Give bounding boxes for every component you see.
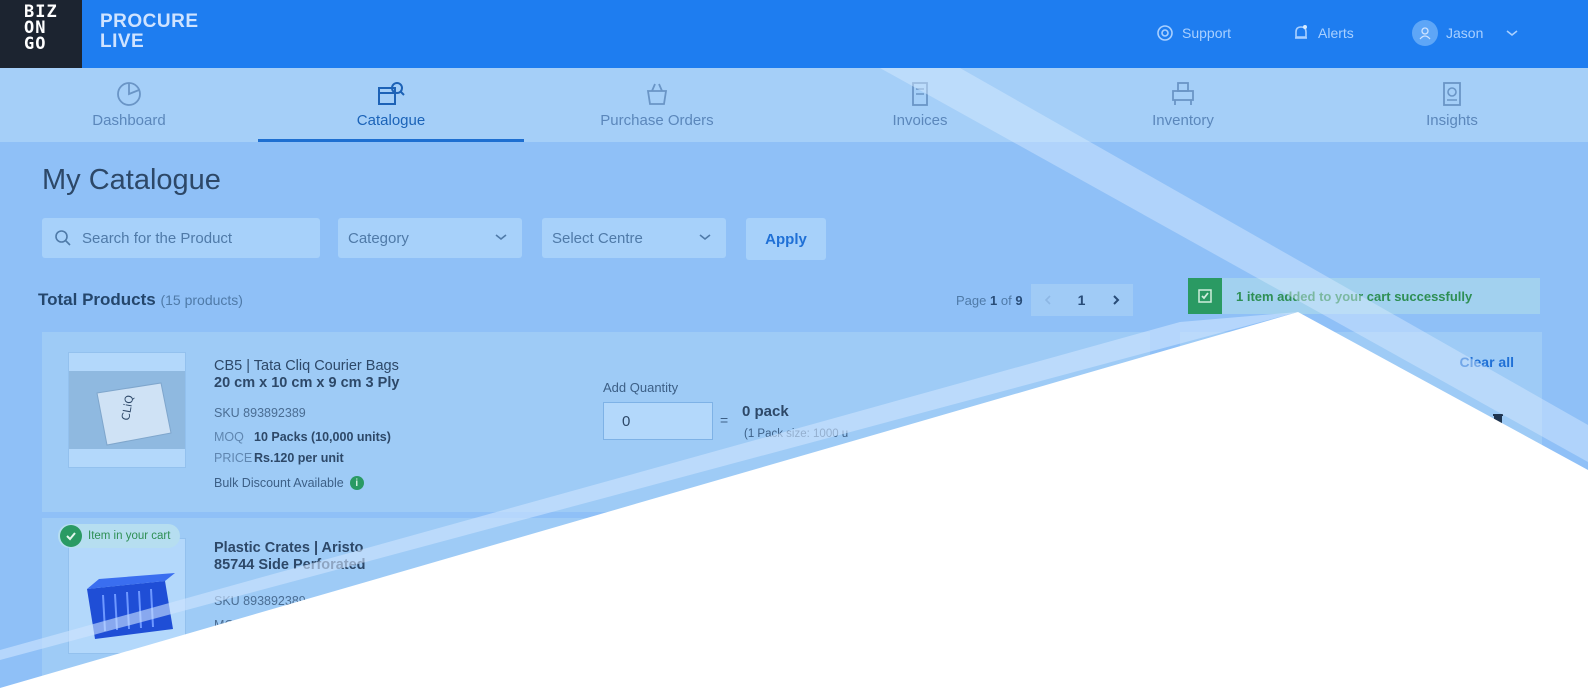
in-cart-badge-label: Item in your cart <box>88 530 171 542</box>
total-pages: 9 <box>1015 292 1023 308</box>
chevron-down-icon <box>1506 30 1518 37</box>
pie-chart-icon <box>117 82 141 106</box>
check-circle-icon <box>60 525 82 547</box>
total-products-label: Total Products <box>38 290 156 309</box>
product-moq: MOQ 10 Packs (10,000 units) <box>214 430 391 444</box>
tab-label: Dashboard <box>92 112 166 129</box>
chevron-left-icon <box>1044 295 1051 305</box>
tab-insights[interactable]: Insights <box>1316 68 1588 142</box>
product-name[interactable]: Plastic Crates | Aristo 85744 Side Perfo… <box>214 540 366 574</box>
product-name-line-1: CB5 | Tata Cliq Courier Bags <box>214 358 399 374</box>
product-name-line-1: Plastic Crates | Aristo <box>214 540 364 556</box>
prev-page-button[interactable] <box>1030 284 1065 316</box>
tab-label: Catalogue <box>356 112 426 129</box>
moq-label: MOQ <box>214 430 244 444</box>
pagination: Page 1 of 9 1 <box>956 284 1133 316</box>
bulk-discount-label: Bulk Discount Available <box>214 476 344 490</box>
page-button[interactable]: 1 <box>1064 284 1099 316</box>
product-image: CLiQ <box>68 352 186 468</box>
inventory-icon <box>1172 82 1194 105</box>
chevron-down-icon <box>699 234 711 241</box>
total-products: Total Products (15 products) <box>38 290 243 310</box>
page-prefix: Page <box>956 292 987 308</box>
user-menu[interactable]: Jason <box>1412 20 1519 46</box>
in-cart-badge: Item in your cart <box>58 524 181 548</box>
tab-purchase-orders[interactable]: Purchase Orders <box>524 68 790 142</box>
user-icon <box>1419 27 1431 40</box>
catalogue-search-icon <box>378 82 405 105</box>
alerts-link[interactable]: Alerts <box>1292 24 1354 42</box>
tab-inventory[interactable]: Inventory <box>1050 68 1316 142</box>
tab-label: Invoices <box>892 112 948 129</box>
category-select-value: Category <box>348 229 409 247</box>
support-label: Support <box>1182 25 1232 41</box>
invoice-icon <box>912 82 928 106</box>
product-moq: MO <box>214 618 235 632</box>
tab-label: Purchase Orders <box>600 112 714 129</box>
product-brand-name: PROCURE LIVE <box>100 12 199 52</box>
trash-icon[interactable] <box>1492 412 1504 428</box>
total-products-count: (15 products) <box>160 292 243 308</box>
success-toast: 1 item added to your cart successfully <box>1188 278 1540 314</box>
brand-line-2: LIVE <box>100 31 145 52</box>
brand-line-1: PROCURE <box>100 11 199 32</box>
category-select[interactable]: Category <box>338 218 522 258</box>
product-price: PRICE Rs.120 per unit <box>214 451 344 465</box>
basket-icon <box>646 83 668 105</box>
product-card: Item in your cart Plastic Crates | Arist… <box>42 518 1150 700</box>
add-quantity-label: Add Quantity <box>603 380 679 395</box>
centre-select[interactable]: Select Centre <box>542 218 726 258</box>
bulk-discount[interactable]: Bulk Discount Available i <box>214 476 364 490</box>
quantity-input[interactable] <box>603 402 713 440</box>
toast-message: 1 item added to your cart successfully <box>1236 288 1473 304</box>
support-icon <box>1157 25 1173 41</box>
product-name[interactable]: CB5 | Tata Cliq Courier Bags 20 cm x 10 … <box>214 358 399 392</box>
search-input[interactable] <box>82 229 302 247</box>
plastic-crate-image <box>87 573 175 639</box>
clear-all-button[interactable]: Clear all <box>1460 354 1514 370</box>
moq-value: 10 Packs (10,000 units) <box>254 430 391 444</box>
equals-sign: = <box>720 412 729 428</box>
page-of: of <box>1000 292 1012 308</box>
centre-select-value: Select Centre <box>552 229 643 247</box>
chevron-right-icon <box>1112 295 1119 305</box>
page-title: My Catalogue <box>42 164 221 196</box>
next-page-button[interactable] <box>1098 284 1133 316</box>
check-icon <box>1188 278 1222 314</box>
product-name-line-2: 85744 Side Perforated <box>214 557 366 573</box>
product-image <box>68 538 186 654</box>
tab-invoices[interactable]: Invoices <box>790 68 1050 142</box>
user-name: Jason <box>1446 25 1484 41</box>
cart-panel: Clear all <box>1180 332 1542 700</box>
avatar <box>1412 20 1438 46</box>
courier-bag-image: CLiQ <box>69 371 185 449</box>
current-page: 1 <box>990 292 998 308</box>
tab-label: Inventory <box>1152 112 1214 129</box>
main-nav: Dashboard Catalogue Purchase Orders Invo… <box>0 68 1588 142</box>
product-sku: SKU 893892389 <box>214 406 306 420</box>
insights-icon <box>1443 82 1461 106</box>
alerts-label: Alerts <box>1318 25 1354 41</box>
product-sku: SKU 893892389 <box>214 594 306 608</box>
search-box[interactable] <box>42 218 320 258</box>
product-name-line-2: 20 cm x 10 cm x 9 cm 3 Ply <box>214 375 400 391</box>
pack-count: 0 pack <box>742 403 789 420</box>
tab-dashboard[interactable]: Dashboard <box>0 68 258 142</box>
search-icon <box>55 230 71 246</box>
support-link[interactable]: Support <box>1156 24 1231 42</box>
tab-catalogue[interactable]: Catalogue <box>258 68 524 142</box>
apply-button[interactable]: Apply <box>746 218 826 260</box>
top-bar: BIZ ON GO PROCURE LIVE Support Alerts Ja… <box>0 0 1588 68</box>
tab-label: Insights <box>1426 112 1478 129</box>
logo-line-3: GO <box>24 34 47 54</box>
info-icon[interactable]: i <box>349 476 364 490</box>
price-value: Rs.120 per unit <box>254 451 344 465</box>
price-label: PRICE <box>214 451 253 465</box>
pack-size: (1 Pack size: 1000 u <box>744 428 849 440</box>
bizongo-logo[interactable]: BIZ ON GO <box>0 0 82 68</box>
chevron-down-icon <box>495 234 507 241</box>
product-card: CLiQ CB5 | Tata Cliq Courier Bags 20 cm … <box>42 332 1150 512</box>
bell-icon <box>1295 25 1307 39</box>
